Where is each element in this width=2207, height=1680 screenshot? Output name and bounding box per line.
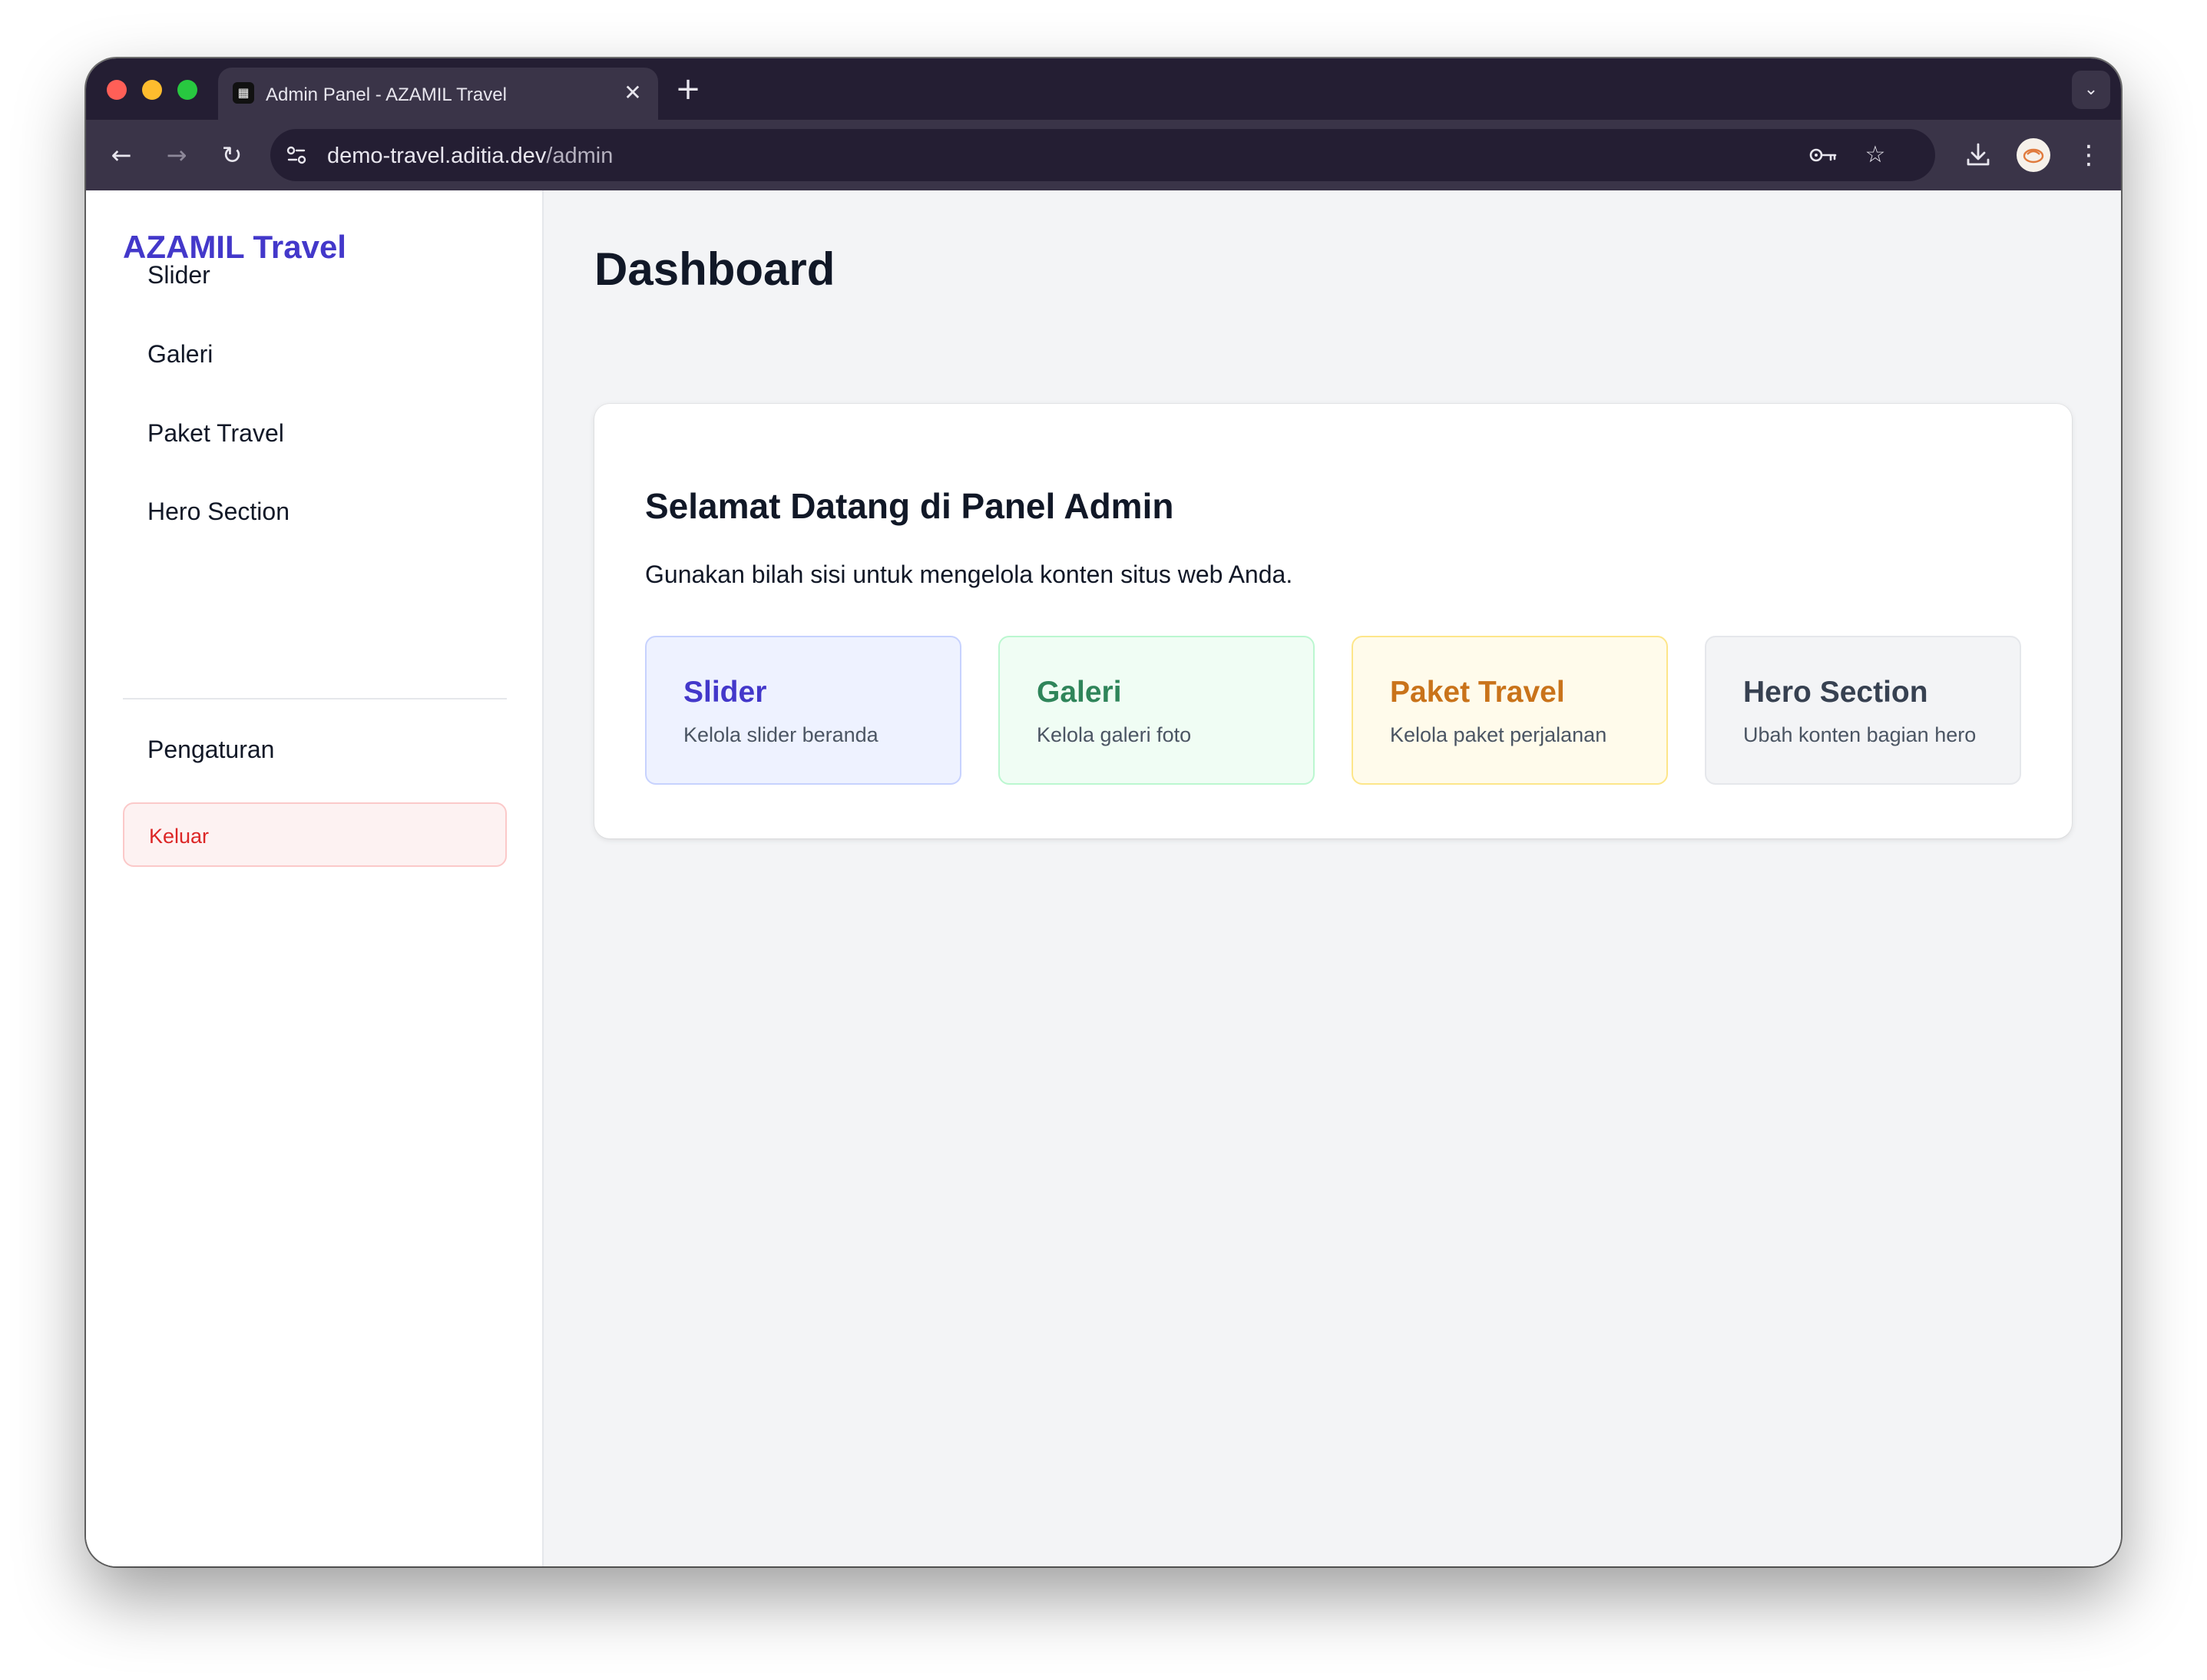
new-tab-button[interactable]: + <box>673 74 703 104</box>
reload-button[interactable]: ↻ <box>215 138 249 172</box>
card-description: Ubah konten bagian hero <box>1743 723 1977 746</box>
browser-toolbar: ← → ↻ demo-travel.aditia.dev/admin ☆ ⋮ <box>86 120 2121 190</box>
tab-title: Admin Panel - AZAMIL Travel <box>266 84 507 105</box>
galeri-card[interactable]: Galeri Kelola galeri foto <box>998 636 1315 785</box>
card-title: Slider <box>683 676 767 709</box>
page-title: Dashboard <box>594 243 835 295</box>
key-icon[interactable] <box>1806 138 1840 172</box>
sidebar-item-label: Galeri <box>147 340 213 368</box>
star-icon[interactable]: ☆ <box>1858 138 1892 172</box>
sidebar-item-paket-travel[interactable]: Paket Travel <box>123 404 507 462</box>
address-bar[interactable]: demo-travel.aditia.dev/admin ☆ <box>270 129 1935 181</box>
tune-icon[interactable] <box>281 140 312 170</box>
logout-label: Keluar <box>149 825 210 848</box>
slider-card[interactable]: Slider Kelola slider beranda <box>645 636 961 785</box>
card-title: Galeri <box>1037 676 1122 709</box>
favicon-icon: ▦ <box>233 82 254 104</box>
logout-button[interactable]: Keluar <box>123 802 507 867</box>
welcome-text: Gunakan bilah sisi untuk mengelola konte… <box>645 561 1293 588</box>
sidebar: AZAMIL Travel Slider Galeri Paket Travel… <box>86 190 544 1566</box>
sidebar-item-label: Pengaturan <box>147 736 275 763</box>
paket-travel-card[interactable]: Paket Travel Kelola paket perjalanan <box>1352 636 1668 785</box>
card-description: Kelola galeri foto <box>1037 723 1192 746</box>
sidebar-item-hero-section[interactable]: Hero Section <box>123 482 507 541</box>
sidebar-item-label: Paket Travel <box>147 419 284 447</box>
url-path: /admin <box>546 144 614 168</box>
card-description: Kelola paket perjalanan <box>1390 723 1607 746</box>
page-content: AZAMIL Travel Slider Galeri Paket Travel… <box>86 190 2121 1566</box>
sidebar-item-label: Slider <box>147 261 210 289</box>
welcome-title: Selamat Datang di Panel Admin <box>645 486 1174 526</box>
close-icon[interactable]: ✕ <box>620 80 646 106</box>
welcome-card: Selamat Datang di Panel Admin Gunakan bi… <box>594 404 2072 838</box>
more-vertical-icon[interactable]: ⋮ <box>2073 138 2104 172</box>
sidebar-item-galeri[interactable]: Galeri <box>123 325 507 383</box>
url-text[interactable]: demo-travel.aditia.dev/admin <box>327 144 613 169</box>
maximize-window-button[interactable] <box>177 80 197 100</box>
card-title: Hero Section <box>1743 676 1928 709</box>
forward-button[interactable]: → <box>160 138 194 172</box>
back-button[interactable]: ← <box>104 138 138 172</box>
url-host: demo-travel.aditia.dev <box>327 144 547 168</box>
tab-admin-panel[interactable]: ▦ Admin Panel - AZAMIL Travel ✕ <box>218 68 658 120</box>
sidebar-item-slider[interactable]: Slider <box>123 246 507 304</box>
sidebar-item-label: Hero Section <box>147 498 290 525</box>
card-title: Paket Travel <box>1390 676 1565 709</box>
tab-bar: ▦ Admin Panel - AZAMIL Travel ✕ + ⌄ <box>86 58 2121 120</box>
hero-section-card[interactable]: Hero Section Ubah konten bagian hero <box>1705 636 2021 785</box>
close-window-button[interactable] <box>107 80 127 100</box>
tab-search-button[interactable]: ⌄ <box>2072 71 2110 109</box>
download-icon[interactable] <box>1961 138 1995 172</box>
minimize-window-button[interactable] <box>142 80 162 100</box>
card-description: Kelola slider beranda <box>683 723 878 746</box>
sidebar-divider <box>123 698 507 699</box>
browser-window: ▦ Admin Panel - AZAMIL Travel ✕ + ⌄ ← → … <box>86 58 2121 1566</box>
sidebar-item-pengaturan[interactable]: Pengaturan <box>123 720 507 779</box>
profile-avatar[interactable] <box>2017 138 2050 172</box>
